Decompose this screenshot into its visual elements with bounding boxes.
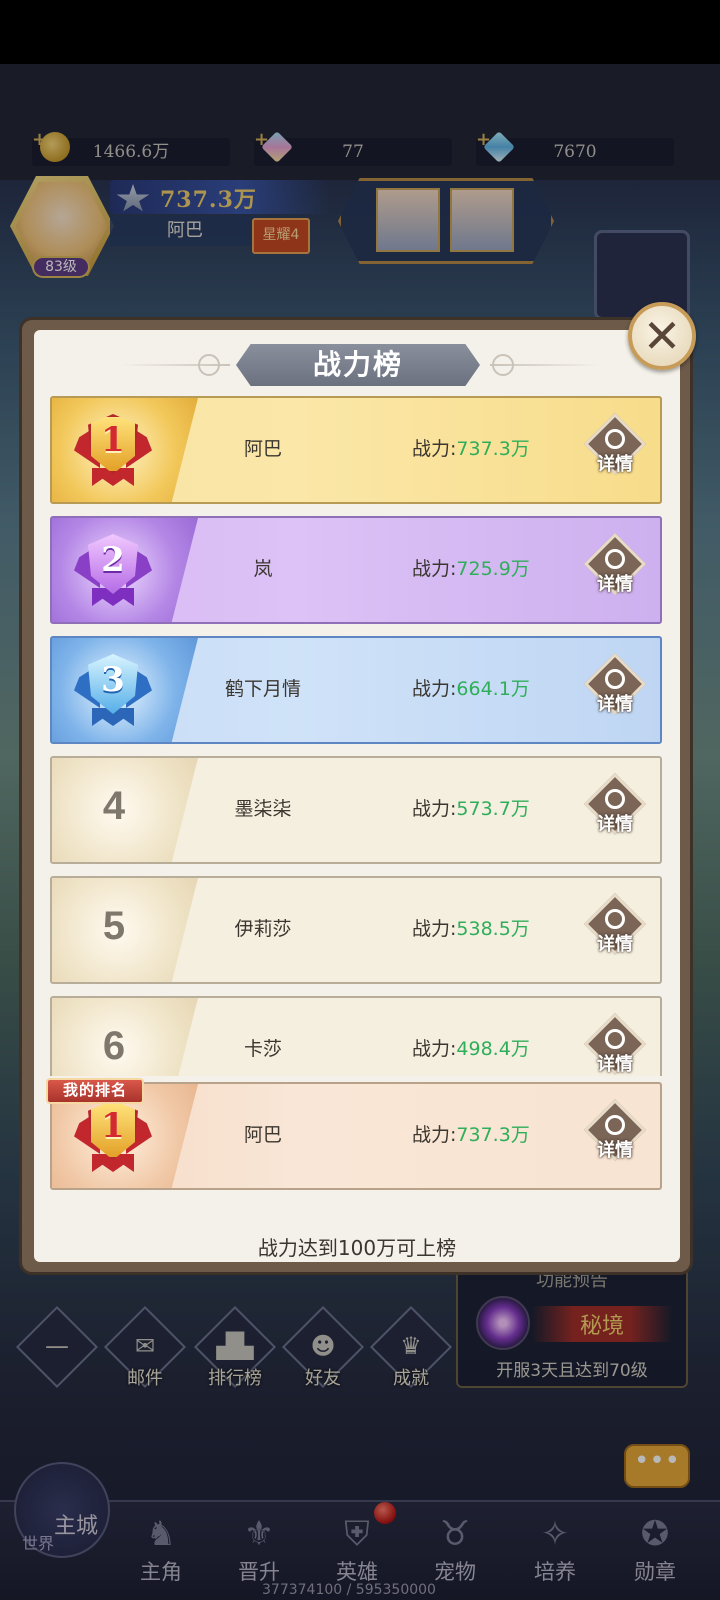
magnifier-icon <box>605 549 625 569</box>
magnifier-icon <box>605 909 625 929</box>
ranking-row[interactable]: 2 岚 战力:725.9万 详情 <box>50 516 662 624</box>
detail-button[interactable]: 详情 <box>583 532 647 602</box>
ranking-row[interactable]: 6 卡莎 战力:498.4万 详情 <box>50 996 662 1076</box>
magnifier-icon <box>605 669 625 689</box>
magnifier-icon <box>605 429 625 449</box>
player-name: 卡莎 <box>243 1038 282 1060</box>
ranking-list[interactable]: 1 阿巴 战力:737.3万 详情 2 岚 战力:725.9万 详情 3 鹤下月… <box>48 396 676 1076</box>
player-name: 阿巴 <box>243 438 282 460</box>
player-name: 鹤下月情 <box>224 678 301 700</box>
player-power: 战力:737.3万 <box>412 1124 530 1146</box>
rank-number: 1 <box>101 1106 125 1146</box>
magnifier-icon <box>605 789 625 809</box>
my-rank-badge: 我的排名 <box>46 1078 144 1104</box>
rank-number: 4 <box>102 784 126 828</box>
modal-title: 战力榜 <box>312 348 403 381</box>
ranking-row[interactable]: 1 阿巴 战力:737.3万 详情 <box>50 396 662 504</box>
ranking-requirement-note: 战力达到100万可上榜 <box>257 1236 457 1260</box>
player-power: 战力:725.9万 <box>412 558 530 580</box>
rank-number: 6 <box>102 1024 126 1068</box>
player-power: 战力:498.4万 <box>412 1038 530 1060</box>
player-power: 战力:573.7万 <box>412 798 530 820</box>
ranking-row[interactable]: 4 墨柒柒 战力:573.7万 详情 <box>50 756 662 864</box>
detail-button[interactable]: 详情 <box>583 772 647 842</box>
magnifier-icon <box>605 1115 625 1135</box>
player-name: 墨柒柒 <box>234 798 292 820</box>
rank-number: 2 <box>101 540 125 580</box>
detail-button[interactable]: 详情 <box>583 412 647 482</box>
ranking-row[interactable]: 3 鹤下月情 战力:664.1万 详情 <box>50 636 662 744</box>
detail-button[interactable]: 详情 <box>583 1012 647 1076</box>
rank-number: 1 <box>101 420 125 460</box>
player-name: 岚 <box>253 558 273 580</box>
rank-number: 5 <box>102 904 126 948</box>
gold-medal-icon: 1 <box>74 1096 152 1176</box>
player-power: 战力:664.1万 <box>412 678 530 700</box>
player-power: 战力:737.3万 <box>412 438 530 460</box>
detail-button[interactable]: 详情 <box>583 652 647 722</box>
gold-medal-icon: 1 <box>74 410 152 490</box>
close-button[interactable]: ✕ <box>628 302 696 370</box>
detail-button[interactable]: 详情 <box>583 892 647 962</box>
magnifier-icon <box>605 1029 625 1049</box>
player-name: 阿巴 <box>243 1124 282 1146</box>
player-name: 伊莉莎 <box>234 918 292 940</box>
ranking-row[interactable]: 5 伊莉莎 战力:538.5万 详情 <box>50 876 662 984</box>
rank-number: 3 <box>101 660 125 700</box>
purple-medal-icon: 2 <box>74 530 152 610</box>
player-power: 战力:538.5万 <box>412 918 530 940</box>
close-icon: ✕ <box>642 309 682 363</box>
detail-button[interactable]: 详情 <box>583 1098 647 1168</box>
blue-medal-icon: 3 <box>74 650 152 730</box>
